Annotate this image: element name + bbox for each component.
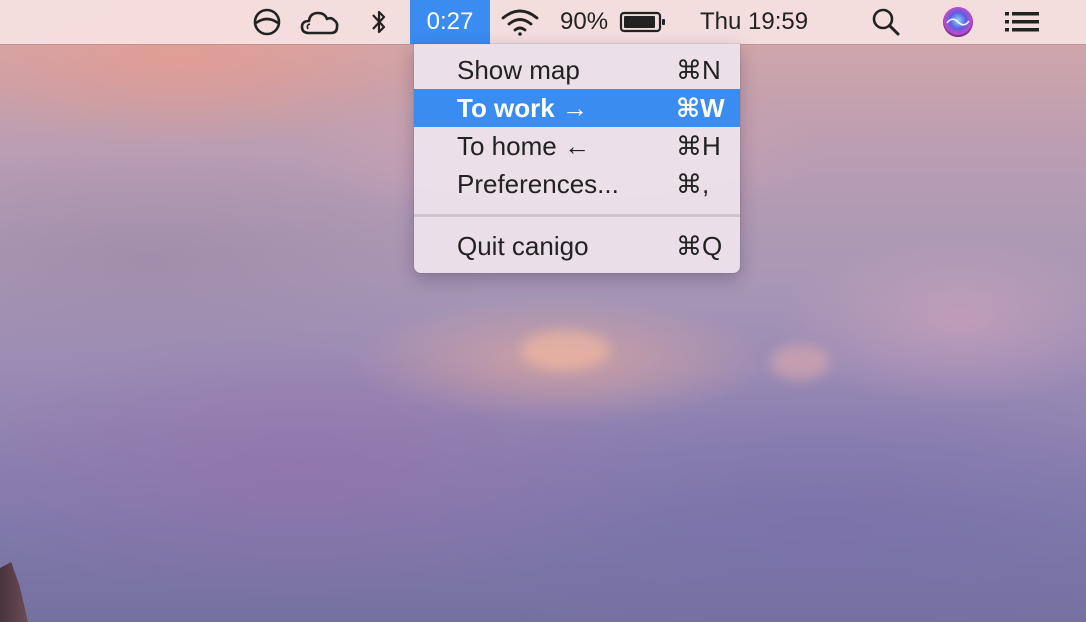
wallpaper-glow xyxy=(520,330,610,370)
menu-item-shortcut: ⌘N xyxy=(676,54,721,85)
battery-icon[interactable] xyxy=(618,0,668,44)
dropdown-menu: Show map ⌘N To work → ⌘W To home ← ⌘H Pr… xyxy=(414,44,740,273)
timer-status-item[interactable]: 0:27 xyxy=(410,0,490,44)
wifi-icon[interactable] xyxy=(498,0,542,44)
menu-item-label: Show map xyxy=(457,54,580,85)
bluetooth-icon[interactable] xyxy=(364,0,394,44)
menu-item-shortcut: ⌘, xyxy=(676,168,710,199)
menu-item-label: Preferences... xyxy=(457,168,619,199)
app-circle-icon[interactable] xyxy=(248,0,286,44)
menu-item-label: To home ← xyxy=(457,130,590,161)
wallpaper-glow xyxy=(770,345,830,380)
battery-percent[interactable]: 90% xyxy=(560,0,616,44)
timer-label: 0:27 xyxy=(426,8,474,35)
menu-item-show-map[interactable]: Show map ⌘N xyxy=(414,51,740,89)
menu-item-to-home[interactable]: To home ← ⌘H xyxy=(414,127,740,165)
spotlight-search-icon[interactable] xyxy=(868,0,904,44)
menu-item-label: Quit canigo xyxy=(457,230,589,261)
clock[interactable]: Thu 19:59 xyxy=(700,0,836,44)
menu-item-shortcut: ⌘W xyxy=(676,92,725,123)
menu-separator xyxy=(414,214,740,217)
menu-bar: 0:27 90% Thu 19:59 xyxy=(0,0,1086,44)
battery-percent-label: 90% xyxy=(560,8,609,35)
menu-item-shortcut: ⌘Q xyxy=(676,230,723,261)
menu-item-shortcut: ⌘H xyxy=(676,130,721,161)
siri-icon[interactable] xyxy=(940,0,976,44)
notification-center-icon[interactable] xyxy=(1002,0,1042,44)
menu-item-preferences[interactable]: Preferences... ⌘, xyxy=(414,165,740,203)
menu-item-label: To work → xyxy=(457,92,588,123)
menu-item-to-work[interactable]: To work → ⌘W xyxy=(414,89,740,127)
wallpaper-rock xyxy=(0,562,28,622)
clock-label: Thu 19:59 xyxy=(700,8,809,35)
cloud-icon[interactable] xyxy=(298,0,342,44)
menu-item-quit[interactable]: Quit canigo ⌘Q xyxy=(414,227,740,265)
